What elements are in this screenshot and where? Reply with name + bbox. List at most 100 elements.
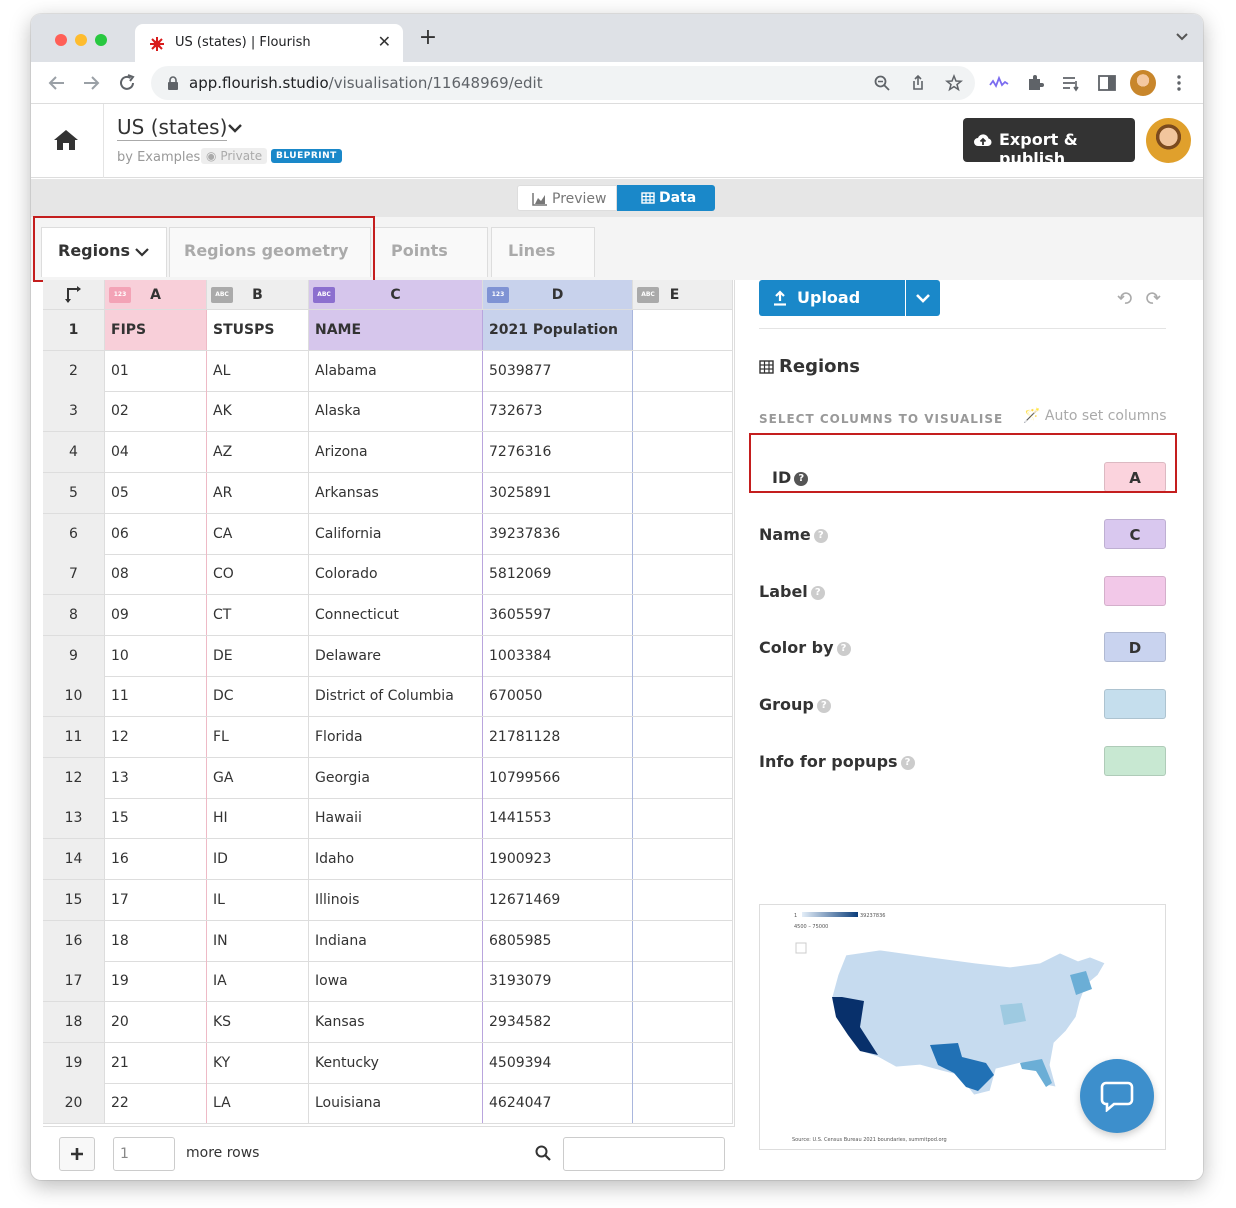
row-number[interactable]: 4 [43, 432, 105, 473]
table-cell[interactable]: 16 [105, 839, 207, 880]
column-header-d[interactable]: 123 D [483, 280, 633, 310]
table-cell[interactable]: 5039877 [483, 350, 633, 391]
table-cell[interactable]: 21 [105, 1042, 207, 1083]
binding-label-chip[interactable] [1104, 576, 1166, 606]
extension-wave-icon[interactable] [989, 73, 1009, 93]
table-cell[interactable]: 2021 Population [483, 310, 633, 350]
table-cell[interactable]: 19 [105, 961, 207, 1002]
tab-search-chevron-icon[interactable] [1175, 32, 1189, 42]
help-icon[interactable]: ? [900, 755, 915, 770]
table-cell[interactable]: Connecticut [309, 594, 483, 635]
table-cell[interactable] [633, 961, 733, 1002]
table-cell[interactable]: LA [207, 1083, 309, 1124]
zoom-icon[interactable] [873, 74, 891, 92]
table-cell[interactable]: FL [207, 717, 309, 757]
auto-set-columns-link[interactable]: 🪄 Auto set columns [1023, 408, 1167, 424]
table-cell[interactable]: Louisiana [309, 1083, 483, 1124]
row-number[interactable]: 6 [43, 513, 105, 554]
table-cell[interactable]: ID [207, 839, 309, 880]
row-number[interactable]: 5 [43, 472, 105, 513]
help-icon[interactable]: ? [813, 528, 828, 543]
row-number[interactable]: 17 [43, 961, 105, 1002]
table-cell[interactable] [633, 879, 733, 920]
row-number[interactable]: 2 [43, 350, 105, 391]
table-cell[interactable]: 3193079 [483, 961, 633, 1002]
tab-points[interactable]: Points [374, 227, 488, 277]
table-cell[interactable]: Arkansas [309, 472, 483, 513]
bookmark-star-icon[interactable] [945, 74, 963, 92]
column-header-b[interactable]: ABC B [207, 280, 309, 310]
new-tab-icon[interactable]: + [417, 27, 439, 49]
table-cell[interactable] [633, 798, 733, 839]
table-cell[interactable]: 15 [105, 798, 207, 839]
table-cell[interactable]: District of Columbia [309, 676, 483, 717]
table-cell[interactable]: 4509394 [483, 1042, 633, 1083]
table-cell[interactable]: Kentucky [309, 1042, 483, 1083]
table-cell[interactable] [633, 920, 733, 961]
table-cell[interactable]: FIPS [105, 310, 207, 350]
table-cell[interactable]: Georgia [309, 757, 483, 798]
rows-count-input[interactable]: 1 [113, 1137, 175, 1171]
forward-arrow-icon[interactable] [79, 71, 103, 95]
table-cell[interactable]: 5812069 [483, 554, 633, 595]
grid-search-input[interactable] [563, 1137, 725, 1171]
tab-close-icon[interactable]: ✕ [378, 32, 391, 51]
table-cell[interactable]: 05 [105, 472, 207, 513]
table-cell[interactable]: Idaho [309, 839, 483, 880]
table-cell[interactable]: 11 [105, 676, 207, 717]
table-cell[interactable]: 18 [105, 920, 207, 961]
table-cell[interactable]: IL [207, 879, 309, 920]
table-cell[interactable] [633, 310, 733, 350]
table-cell[interactable]: 12671469 [483, 879, 633, 920]
upload-data-button[interactable]: Upload data [759, 280, 905, 343]
table-cell[interactable]: 2934582 [483, 1001, 633, 1042]
table-cell[interactable]: 1900923 [483, 839, 633, 880]
row-number[interactable]: 19 [43, 1042, 105, 1083]
row-number[interactable]: 7 [43, 554, 105, 595]
user-avatar[interactable] [1146, 118, 1191, 163]
row-number[interactable]: 9 [43, 635, 105, 676]
row-number[interactable]: 1 [43, 310, 105, 350]
chat-bubble-icon[interactable] [1080, 1059, 1154, 1133]
address-bar[interactable]: app.flourish.studio/visualisation/116489… [151, 66, 975, 100]
undo-icon[interactable] [1117, 290, 1133, 306]
table-cell[interactable]: 1441553 [483, 798, 633, 839]
table-cell[interactable]: 10 [105, 635, 207, 676]
table-cell[interactable]: 7276316 [483, 432, 633, 473]
back-arrow-icon[interactable] [45, 71, 69, 95]
table-cell[interactable]: 01 [105, 350, 207, 391]
table-cell[interactable]: KS [207, 1001, 309, 1042]
side-panel-icon[interactable] [1097, 73, 1117, 93]
table-cell[interactable]: California [309, 513, 483, 554]
table-cell[interactable]: AK [207, 391, 309, 432]
table-cell[interactable]: DE [207, 635, 309, 676]
table-cell[interactable]: 6805985 [483, 920, 633, 961]
share-icon[interactable] [909, 74, 927, 92]
home-icon[interactable] [53, 128, 79, 152]
browser-menu-kebab-icon[interactable] [1169, 73, 1189, 93]
browser-tab-active[interactable]: US (states) | Flourish ✕ [135, 24, 403, 62]
table-cell[interactable] [633, 554, 733, 595]
redo-icon[interactable] [1145, 290, 1161, 306]
table-cell[interactable]: NAME [309, 310, 483, 350]
table-cell[interactable] [633, 839, 733, 880]
help-icon[interactable]: ? [836, 641, 851, 656]
table-cell[interactable] [633, 472, 733, 513]
help-icon[interactable]: ? [810, 585, 825, 600]
table-cell[interactable]: 12 [105, 717, 207, 757]
reading-list-icon[interactable] [1061, 73, 1081, 93]
table-cell[interactable] [633, 1042, 733, 1083]
table-cell[interactable]: 10799566 [483, 757, 633, 798]
table-cell[interactable]: 04 [105, 432, 207, 473]
binding-info-chip[interactable] [1104, 746, 1166, 776]
row-number[interactable]: 14 [43, 839, 105, 880]
table-cell[interactable]: 02 [105, 391, 207, 432]
reload-icon[interactable] [115, 71, 139, 95]
table-cell[interactable]: Florida [309, 717, 483, 757]
lock-icon[interactable] [167, 76, 179, 90]
table-cell[interactable]: AR [207, 472, 309, 513]
table-cell[interactable]: 3025891 [483, 472, 633, 513]
table-cell[interactable]: GA [207, 757, 309, 798]
preview-toggle-button[interactable]: Preview [517, 185, 617, 211]
browser-profile-avatar[interactable] [1130, 70, 1156, 96]
